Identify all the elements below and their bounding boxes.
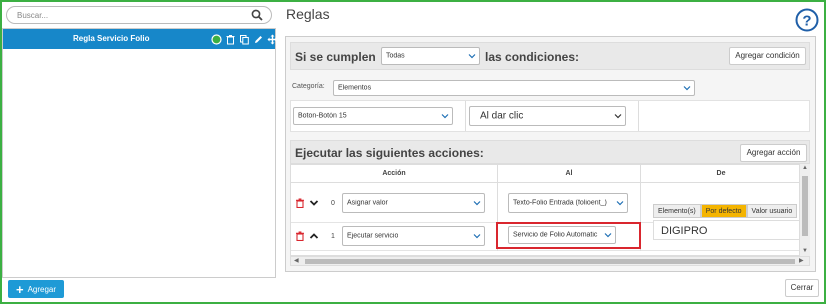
rule-list: Regla Servicio Folio	[2, 28, 278, 278]
edit-icon[interactable]	[253, 34, 264, 45]
action-value: Asignar valor	[347, 199, 388, 207]
rule-actions	[211, 32, 278, 46]
chevron-down-icon	[441, 114, 449, 119]
actions-header: Ejecutar las siguientes acciones:	[290, 140, 810, 164]
scroll-right-icon[interactable]: ▶	[799, 257, 804, 265]
delete-icon[interactable]	[295, 198, 305, 208]
search-input[interactable]	[17, 9, 237, 21]
scroll-left-icon[interactable]: ◀	[294, 257, 299, 265]
column-header-accion: Acción	[291, 165, 497, 183]
search-box[interactable]	[6, 6, 272, 24]
tab-por-defecto[interactable]: Por defecto	[700, 204, 747, 218]
row-index: 0	[331, 200, 335, 207]
divider	[465, 101, 466, 131]
chevron-down-icon	[616, 201, 624, 206]
chevron-down-icon	[473, 201, 481, 206]
category-value: Elementos	[338, 84, 372, 92]
tab-elementos[interactable]: Elemento(s)	[653, 204, 701, 218]
chevron-down-icon	[683, 86, 691, 91]
close-button[interactable]: Cerrar	[785, 279, 819, 297]
rule-item[interactable]: Regla Servicio Folio	[3, 29, 278, 49]
page-title: Reglas	[286, 6, 330, 22]
search-icon[interactable]	[251, 9, 263, 21]
conditions-title-prefix: Si se cumplen	[295, 50, 376, 64]
svg-text:?: ?	[802, 13, 811, 30]
actions-title: Ejecutar las siguientes acciones:	[295, 146, 484, 160]
add-condition-button[interactable]: Agregar condición	[729, 47, 806, 65]
add-action-button[interactable]: Agregar acción	[740, 144, 807, 162]
category-label: Categoría:	[292, 83, 325, 90]
chevron-down-icon	[473, 234, 481, 239]
plus-icon: +	[15, 281, 24, 297]
source-tabs: Elemento(s) Por defecto Valor usuario	[653, 204, 798, 218]
horizontal-scrollbar[interactable]: ◀ ▶	[290, 256, 810, 266]
chevron-down-icon	[468, 54, 476, 59]
column-header-de: De	[640, 165, 799, 183]
delete-icon[interactable]	[225, 34, 236, 45]
rule-item-label: Regla Servicio Folio	[73, 34, 150, 43]
scrollbar-thumb[interactable]	[802, 176, 808, 236]
category-select[interactable]: Elementos	[333, 80, 695, 96]
match-mode-select[interactable]: Todas	[381, 47, 480, 65]
event-select[interactable]: Al dar clic	[469, 106, 626, 126]
chevron-down-icon	[614, 114, 622, 119]
active-status-icon[interactable]	[211, 33, 222, 45]
column-header-al: Al	[497, 165, 640, 183]
divider	[638, 101, 639, 131]
conditions-title-suffix: las condiciones:	[485, 50, 580, 64]
copy-icon[interactable]	[239, 34, 250, 45]
divider	[640, 183, 641, 223]
action-select[interactable]: Asignar valor	[342, 193, 485, 213]
scroll-up-icon[interactable]: ▲	[802, 164, 808, 172]
move-icon[interactable]	[267, 34, 278, 45]
divider	[497, 183, 498, 223]
chevron-down-icon	[604, 233, 612, 238]
add-rule-button[interactable]: + Agregar	[8, 280, 64, 298]
scrollbar-thumb[interactable]	[305, 259, 795, 264]
action-select[interactable]: Ejecutar servicio	[342, 226, 485, 246]
match-mode-value: Todas	[386, 52, 405, 60]
target-value: Texto-Folio Entrada (folioent_)	[513, 199, 607, 207]
action-value: Ejecutar servicio	[347, 232, 399, 240]
target-value: Servicio de Folio Automatic	[513, 231, 598, 239]
add-rule-label: Agregar	[27, 284, 57, 294]
chevron-up-icon[interactable]	[309, 231, 319, 241]
tab-valor-usuario[interactable]: Valor usuario	[746, 204, 798, 218]
help-icon[interactable]: ?	[795, 8, 819, 32]
event-value: Al dar clic	[480, 110, 524, 122]
element-select[interactable]: Boton-Botón 15	[293, 107, 453, 125]
chevron-down-icon[interactable]	[309, 198, 319, 208]
vertical-scrollbar[interactable]: ▲ ▼	[800, 164, 810, 256]
delete-icon[interactable]	[295, 231, 305, 241]
element-value: Boton-Botón 15	[298, 112, 347, 120]
scroll-down-icon[interactable]: ▼	[802, 247, 808, 255]
target-select[interactable]: Servicio de Folio Automatic	[508, 226, 616, 244]
target-select[interactable]: Texto-Folio Entrada (folioent_)	[508, 193, 628, 213]
row-index: 1	[331, 233, 335, 240]
